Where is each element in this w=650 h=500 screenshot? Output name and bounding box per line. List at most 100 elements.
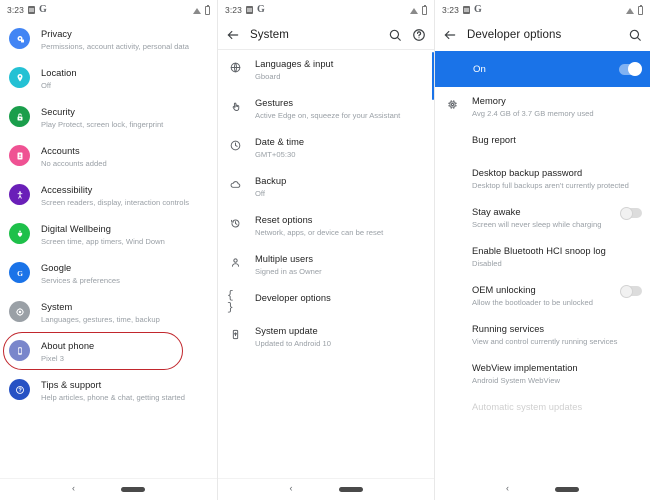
- list-item[interactable]: Accessibility Screen readers, display, in…: [0, 176, 217, 215]
- page-title: Developer options: [467, 29, 562, 41]
- list-item[interactable]: OEM unlocking Allow the bootloader to be …: [435, 276, 650, 315]
- list-item-text: Accounts No accounts added: [41, 144, 209, 169]
- home-pill-icon[interactable]: [555, 486, 579, 492]
- restore-icon: [227, 215, 244, 232]
- svg-text:G: G: [17, 268, 23, 277]
- list-item-subtitle: Permissions, account activity, personal …: [41, 42, 190, 51]
- settings-list: Privacy Permissions, account activity, pe…: [0, 20, 217, 410]
- list-item-toggle[interactable]: [620, 284, 642, 298]
- list-item-subtitle: No accounts added: [41, 159, 107, 168]
- developer-options-master-toggle-row[interactable]: On: [435, 51, 650, 87]
- list-item-text: Desktop backup password Desktop full back…: [472, 166, 642, 191]
- search-icon[interactable]: [388, 28, 402, 42]
- list-item[interactable]: Reset options Network, apps, or device ca…: [218, 206, 434, 245]
- list-item[interactable]: Security Play Protect, screen lock, finge…: [0, 98, 217, 137]
- list-item-title: Digital Wellbeing: [41, 224, 111, 234]
- list-item[interactable]: About phone Pixel 3: [0, 332, 217, 371]
- settings-main-panel: 3:23 G Privacy Permissions, account activ…: [0, 0, 217, 500]
- status-bar-left: 3:23 G: [225, 5, 265, 16]
- list-item[interactable]: WebView implementation Android System Web…: [435, 354, 650, 393]
- icon-placeholder: [444, 207, 461, 224]
- status-bar-right: [409, 4, 427, 15]
- list-item-title: Tips & support: [41, 380, 102, 390]
- list-item-title: Privacy: [41, 29, 72, 39]
- list-item-toggle[interactable]: [620, 206, 642, 220]
- list-item[interactable]: { } Developer options: [218, 284, 434, 317]
- list-item-subtitle: Updated to Android 10: [255, 339, 331, 348]
- list-item[interactable]: System Languages, gestures, time, backup: [0, 293, 217, 332]
- master-toggle-switch[interactable]: [619, 62, 642, 76]
- back-nav-icon[interactable]: ‹: [290, 484, 293, 493]
- list-item[interactable]: Gestures Active Edge on, squeeze for your…: [218, 89, 434, 128]
- home-pill-icon[interactable]: [338, 487, 363, 492]
- list-item[interactable]: Desktop backup password Desktop full back…: [435, 159, 650, 198]
- cloud-icon: [227, 176, 244, 193]
- privacy-icon: [9, 28, 30, 49]
- list-item[interactable]: Bug report: [435, 126, 650, 159]
- status-bar: 3:23 G: [435, 0, 650, 20]
- list-item[interactable]: Digital Wellbeing Screen time, app timers…: [0, 215, 217, 254]
- nav-bar: ‹: [0, 478, 217, 500]
- list-item-text: Languages & input Gboard: [255, 57, 426, 82]
- wellbeing-icon: [9, 223, 30, 244]
- system-settings-panel: 3:23 G System Languages & input Gboard Ges…: [217, 0, 434, 500]
- back-arrow-icon[interactable]: [226, 28, 240, 42]
- list-item-subtitle: Languages, gestures, time, backup: [41, 315, 160, 324]
- bottom-fade: [435, 444, 650, 478]
- list-item-text: Stay awake Screen will never sleep while …: [472, 205, 610, 230]
- list-item[interactable]: Languages & input Gboard: [218, 50, 434, 89]
- list-item-subtitle: Desktop full backups aren't currently pr…: [472, 181, 629, 190]
- list-item-title: Accounts: [41, 146, 80, 156]
- list-item-text: Security Play Protect, screen lock, finge…: [41, 105, 209, 130]
- list-item[interactable]: Backup Off: [218, 167, 434, 206]
- list-item-subtitle: Off: [255, 189, 266, 198]
- icon-placeholder: [444, 402, 461, 419]
- back-nav-icon[interactable]: ‹: [506, 483, 509, 493]
- list-item[interactable]: Automatic system updates: [435, 393, 650, 426]
- list-item-subtitle: Disabled: [472, 259, 502, 268]
- list-item-subtitle: Signed in as Owner: [255, 267, 322, 276]
- list-item[interactable]: System update Updated to Android 10: [218, 317, 434, 356]
- list-item-subtitle: Android System WebView: [472, 376, 560, 385]
- status-bar-right: [192, 4, 210, 15]
- battery-icon: [204, 4, 210, 15]
- phone-icon: [9, 340, 30, 361]
- list-item-title: Multiple users: [255, 254, 314, 264]
- accessibility-icon: [9, 184, 30, 205]
- list-item-subtitle: GMT+05:30: [255, 150, 296, 159]
- toggle-knob: [620, 284, 633, 298]
- list-item[interactable]: Multiple users Signed in as Owner: [218, 245, 434, 284]
- icon-placeholder: [444, 246, 461, 263]
- back-arrow-icon[interactable]: [443, 28, 457, 42]
- list-item[interactable]: Tips & support Help articles, phone & cha…: [0, 371, 217, 410]
- back-nav-icon[interactable]: ‹: [72, 484, 75, 493]
- help-icon[interactable]: [412, 28, 426, 42]
- icon-placeholder: [444, 324, 461, 341]
- list-item-title: System update: [255, 326, 318, 336]
- wifi-icon: [192, 7, 202, 14]
- list-item[interactable]: Accounts No accounts added: [0, 137, 217, 176]
- list-item[interactable]: Date & time GMT+05:30: [218, 128, 434, 167]
- list-item[interactable]: Stay awake Screen will never sleep while …: [435, 198, 650, 237]
- list-item-subtitle: Pixel 3: [41, 354, 64, 363]
- list-item[interactable]: Memory Avg 2.4 GB of 3.7 GB memory used: [435, 87, 650, 126]
- home-pill-icon[interactable]: [121, 487, 145, 492]
- nav-bar: ‹: [435, 478, 650, 500]
- google-icon: G: [473, 4, 482, 15]
- developer-options-panel: 3:23 G Developer options On Memory Avg 2.…: [434, 0, 650, 500]
- list-item[interactable]: Running services View and control current…: [435, 315, 650, 354]
- list-item[interactable]: Location Off: [0, 59, 217, 98]
- clock-icon: [227, 137, 244, 154]
- memory-icon: [444, 96, 461, 113]
- list-item[interactable]: Privacy Permissions, account activity, pe…: [0, 20, 217, 59]
- status-bar: 3:23 G: [0, 0, 217, 20]
- list-item[interactable]: G Google Services & preferences: [0, 254, 217, 293]
- system-icon: [9, 301, 30, 322]
- list-item-title: Bug report: [472, 135, 516, 145]
- list-item-subtitle: Services & preferences: [41, 276, 120, 285]
- search-icon[interactable]: [628, 28, 642, 42]
- list-item[interactable]: Enable Bluetooth HCI snoop log Disabled: [435, 237, 650, 276]
- app-bar: System: [218, 20, 434, 50]
- battery-icon: [637, 4, 643, 15]
- list-item-title: Languages & input: [255, 59, 334, 69]
